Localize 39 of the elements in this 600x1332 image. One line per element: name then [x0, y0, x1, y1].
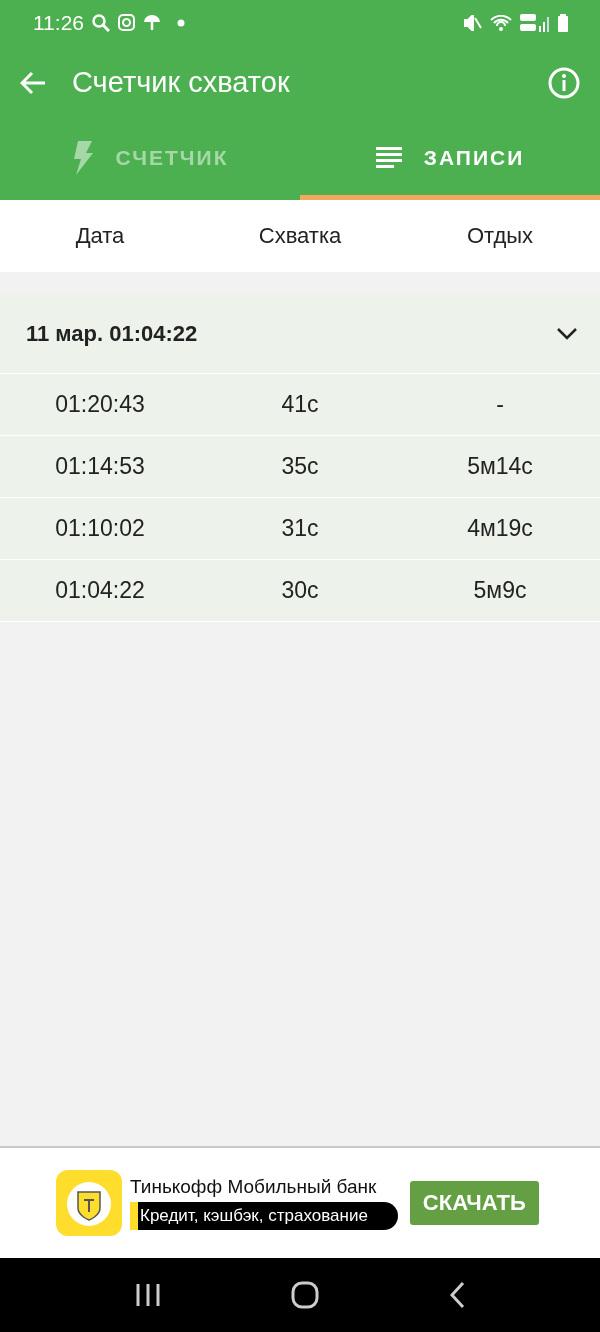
search-icon: [92, 13, 110, 32]
table-cell-text: 30с: [280, 577, 320, 604]
table-cell-text: 4м19с: [466, 515, 534, 542]
home-icon[interactable]: [291, 1281, 319, 1309]
wifi-icon: [490, 14, 512, 31]
list-icon: [375, 146, 402, 169]
lightning-icon: [71, 140, 94, 175]
battery-icon: [558, 13, 568, 32]
table-cell-text: 01:10:02: [54, 515, 146, 542]
group-title: 11 мар. 01:04:22: [26, 321, 199, 347]
ad-title: Тинькофф Мобильный банк: [130, 1176, 378, 1198]
table-cell-text: 35с: [280, 453, 320, 480]
column-header: Отдых: [465, 223, 535, 249]
table-cell-text: 31с: [280, 515, 320, 542]
app-title: Счетчик схваток: [72, 66, 291, 99]
column-header: Схватка: [257, 223, 343, 249]
download-button[interactable]: СКАЧАТЬ: [409, 1181, 539, 1225]
table-cell-text: 01:14:53: [54, 453, 146, 480]
signal-icon: [520, 13, 550, 32]
ad-subtitle: Кредит, кэшбэк, страхование: [130, 1202, 398, 1230]
bank-logo-icon: [56, 1170, 122, 1236]
back-arrow-icon[interactable]: [20, 70, 46, 95]
recent-apps-icon[interactable]: [135, 1283, 161, 1307]
table-cell-text: -: [495, 391, 505, 418]
table-cell-text: 5м9с: [472, 577, 528, 604]
column-header: Дата: [74, 223, 126, 249]
tab[interactable]: СЧЕТЧИК: [0, 120, 300, 200]
table-cell-text: 41с: [280, 391, 320, 418]
info-icon[interactable]: [548, 66, 580, 99]
umbrella-icon: [143, 13, 161, 32]
table-cell-text: 01:20:43: [54, 391, 146, 418]
dot-icon: [177, 18, 185, 27]
table-cell-text: 5м14с: [466, 453, 534, 480]
status-time: 11:26: [33, 10, 84, 35]
camera-icon: [118, 14, 135, 31]
mute-icon: [464, 14, 482, 31]
table-cell-text: 01:04:22: [54, 577, 146, 604]
group-header[interactable]: 11 мар. 01:04:22: [0, 295, 600, 374]
back-icon[interactable]: [449, 1281, 465, 1309]
